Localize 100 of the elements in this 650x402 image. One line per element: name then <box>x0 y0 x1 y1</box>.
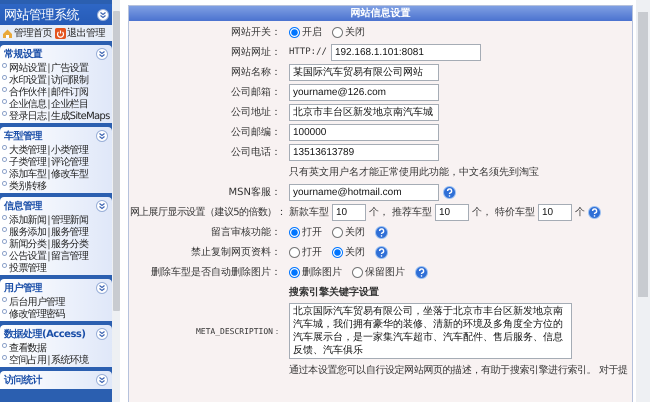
input-field[interactable]: 10 <box>435 204 469 220</box>
section-title[interactable]: 常规设置 <box>4 46 42 60</box>
bullet-icon <box>2 343 7 348</box>
menu-link[interactable]: 服务添加 <box>9 225 46 239</box>
menu-link[interactable]: 后台用户管理 <box>9 295 65 309</box>
input-field[interactable]: 192.168.1.101:8081 <box>330 44 481 60</box>
radio-button[interactable] <box>352 266 363 278</box>
collapse-icon[interactable] <box>96 48 108 60</box>
radio-button[interactable] <box>289 26 300 38</box>
help-icon[interactable] <box>375 226 388 238</box>
separator: | <box>47 354 50 366</box>
radio-button[interactable] <box>332 246 343 258</box>
unit-label: 个 <box>575 206 585 219</box>
collapse-icon[interactable] <box>96 328 108 340</box>
menu-link[interactable]: 评论管理 <box>51 155 88 169</box>
scrollbar-thumb[interactable] <box>112 11 120 311</box>
radio-option[interactable]: 保留图片 <box>352 265 405 279</box>
menu-link[interactable]: 类别转移 <box>9 179 46 193</box>
section-title[interactable]: 车型管理 <box>4 128 42 142</box>
separator: | <box>47 226 50 238</box>
collapse-icon[interactable] <box>96 282 108 294</box>
bullet-icon <box>2 157 7 162</box>
help-icon[interactable] <box>588 206 601 218</box>
help-icon[interactable] <box>415 266 428 278</box>
section-title[interactable]: 访问统计 <box>4 372 42 386</box>
help-text: 只有英文用户名才能正常使用此功能，中文名须先到淘宝 <box>288 166 540 180</box>
section-title[interactable]: 数据处理(Access) <box>4 326 86 340</box>
menu-link[interactable]: 企业栏目 <box>51 97 88 111</box>
input-field[interactable]: yourname@hotmail.com <box>289 184 439 200</box>
input-field[interactable]: 10 <box>538 204 572 220</box>
menu-link[interactable]: 生成SiteMaps <box>51 109 110 123</box>
menu-link[interactable]: 新闻分类 <box>9 237 46 251</box>
bullet-icon <box>2 215 7 220</box>
radio-button[interactable] <box>289 266 300 278</box>
input-field[interactable]: 10 <box>332 204 366 220</box>
menu-link[interactable]: 子类管理 <box>9 155 46 169</box>
input-field[interactable]: 13513613789 <box>289 144 439 160</box>
system-title: 网站管理系统 <box>4 7 79 24</box>
menu-link[interactable]: 网站设置 <box>9 61 46 75</box>
menu-link[interactable]: 系统环境 <box>51 353 88 367</box>
radio-button[interactable] <box>332 26 343 38</box>
sidebar-link[interactable]: 退出管理 <box>55 26 105 40</box>
field-label: 留言审核功能： <box>210 226 282 239</box>
radio-option[interactable]: 关闭 <box>332 225 365 239</box>
menu-link[interactable]: 管理新闻 <box>51 213 88 227</box>
menu-link[interactable]: 空间占用 <box>9 353 46 367</box>
input-field[interactable]: 北京市丰台区新发地京南汽车城 <box>289 104 439 120</box>
radio-option[interactable]: 关闭 <box>332 245 365 259</box>
menu-link[interactable]: 大类管理 <box>9 143 46 157</box>
field-label: 新款车型 <box>289 206 329 219</box>
help-icon[interactable] <box>375 246 388 258</box>
bullet-icon <box>2 309 7 314</box>
text-area[interactable]: 北京国际汽车贸易有限公司，坐落于北京市丰台区新发地京南汽车城，我们拥有豪华的装修、清新的环境及多角度全方位的汽车展示台，是一家集汽车超市、汽车配件、售后服务、信息反馈、汽车俱乐 <box>289 303 572 359</box>
menu-link[interactable]: 投票管理 <box>9 261 46 275</box>
menu-link[interactable]: 留言管理 <box>51 249 88 263</box>
section-title[interactable]: 用户管理 <box>4 280 42 294</box>
menu-link[interactable]: 查看数据 <box>9 341 46 355</box>
sidebar-link[interactable]: 管理首页 <box>2 26 52 40</box>
menu-link[interactable]: 水印设置 <box>9 73 46 87</box>
menu-link[interactable]: 公告设置 <box>9 249 46 263</box>
menu-link[interactable]: 企业信息 <box>9 97 46 111</box>
help-text: 通过本设置您可以自行设定网站网页的描述，有助于搜索引擎进行索引。 对于提 <box>289 364 629 377</box>
menu-link[interactable]: 登录日志 <box>9 109 46 123</box>
field-label: 公司邮箱： <box>230 86 282 99</box>
radio-button[interactable] <box>289 226 300 238</box>
input-field[interactable]: yourname@126.com <box>289 84 439 100</box>
menu-link[interactable]: 合作伙伴 <box>9 85 46 99</box>
help-icon[interactable] <box>443 186 456 198</box>
menu-link[interactable]: 小类管理 <box>51 143 88 157</box>
radio-option[interactable]: 开启 <box>289 25 322 39</box>
menu-link[interactable]: 服务分类 <box>51 237 88 251</box>
menu-link[interactable]: 访问限制 <box>51 73 88 87</box>
collapse-icon[interactable] <box>96 130 108 142</box>
house-icon <box>2 28 13 38</box>
radio-button[interactable] <box>332 226 343 238</box>
collapse-icon[interactable] <box>97 9 109 21</box>
radio-option[interactable]: 删除图片 <box>289 265 342 279</box>
collapse-icon[interactable] <box>96 374 108 386</box>
separator: | <box>47 238 50 250</box>
menu-link[interactable]: 添加车型 <box>9 167 46 181</box>
separator: | <box>47 144 50 156</box>
scrollbar-thumb[interactable] <box>638 12 648 297</box>
url-prefix: HTTP:// <box>289 47 327 57</box>
menu-link[interactable]: 添加新闻 <box>9 213 46 227</box>
menu-link[interactable]: 修改车型 <box>51 167 88 181</box>
radio-option[interactable]: 关闭 <box>332 25 365 39</box>
section-title[interactable]: 信息管理 <box>4 198 42 212</box>
collapse-icon[interactable] <box>96 200 108 212</box>
radio-option[interactable]: 打开 <box>289 245 322 259</box>
input-field[interactable]: 某国际汽车贸易有限公司网站 <box>289 64 439 80</box>
input-field[interactable]: 100000 <box>289 124 439 140</box>
separator: | <box>47 156 50 168</box>
radio-button[interactable] <box>289 246 300 258</box>
menu-link[interactable]: 广告设置 <box>51 61 88 75</box>
menu-link[interactable]: 邮件订阅 <box>51 85 88 99</box>
menu-link[interactable]: 服务管理 <box>51 225 88 239</box>
menu-link[interactable]: 修改管理密码 <box>9 307 65 321</box>
bullet-icon <box>2 263 7 268</box>
radio-option[interactable]: 打开 <box>289 225 322 239</box>
field-label: 禁止复制网页资料： <box>190 246 282 259</box>
